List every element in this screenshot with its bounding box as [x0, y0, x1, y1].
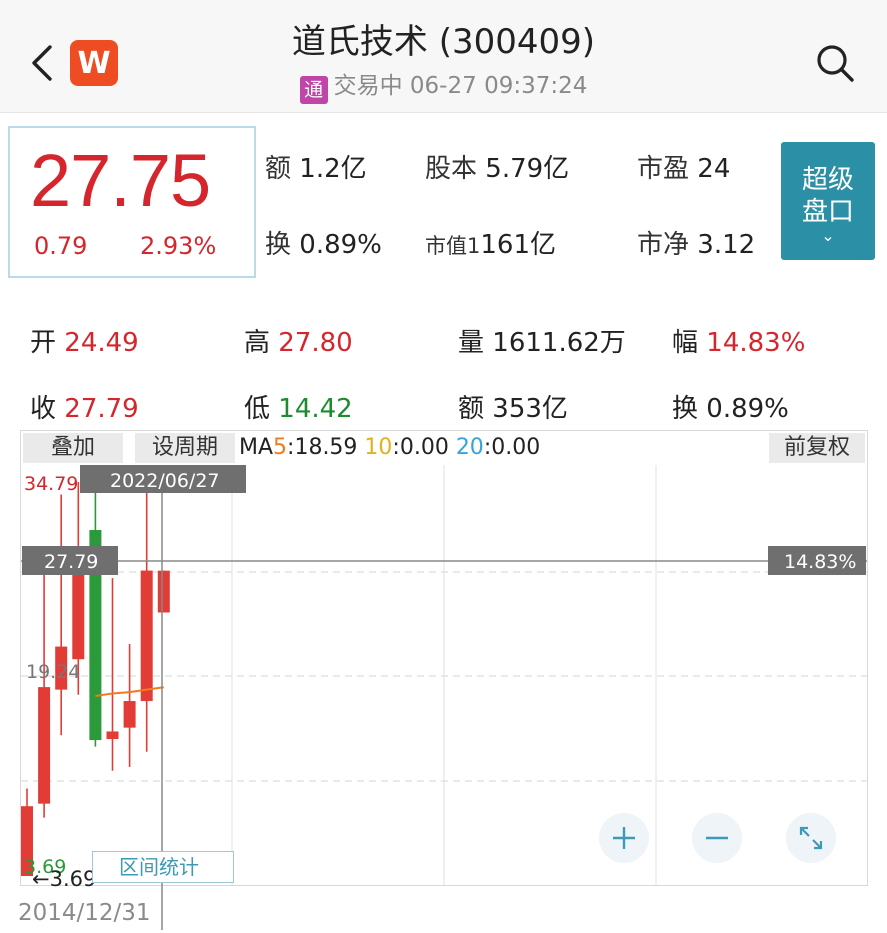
candle-body: [106, 731, 119, 740]
candle-body: [72, 568, 85, 660]
top-price-label: 34.79: [24, 473, 78, 495]
minus-icon: [706, 836, 728, 840]
fullscreen-button[interactable]: [786, 813, 836, 863]
chart-canvas: 34.79 2022/06/27 27.79 14.83% 19.24 3.69…: [21, 465, 867, 930]
cursor-price-label: 27.79: [44, 551, 98, 573]
zoom-out-button[interactable]: [692, 813, 742, 863]
low-price-marker: ←3.69: [32, 867, 96, 891]
range-stats-button[interactable]: 区间统计: [92, 851, 234, 883]
candle-body: [157, 570, 170, 613]
candle-body: [140, 570, 153, 702]
start-date-label: 2014/12/31: [18, 900, 151, 926]
cursor-date-label: 2022/06/27: [110, 470, 220, 492]
zoom-in-button[interactable]: [599, 813, 649, 863]
cursor-pct-label: 14.83%: [784, 551, 856, 573]
expand-icon: [799, 826, 823, 850]
candle-body: [38, 687, 51, 804]
plus-icon: [613, 827, 635, 849]
candle-body: [123, 701, 136, 728]
mid-price-label: 19.24: [26, 661, 80, 683]
